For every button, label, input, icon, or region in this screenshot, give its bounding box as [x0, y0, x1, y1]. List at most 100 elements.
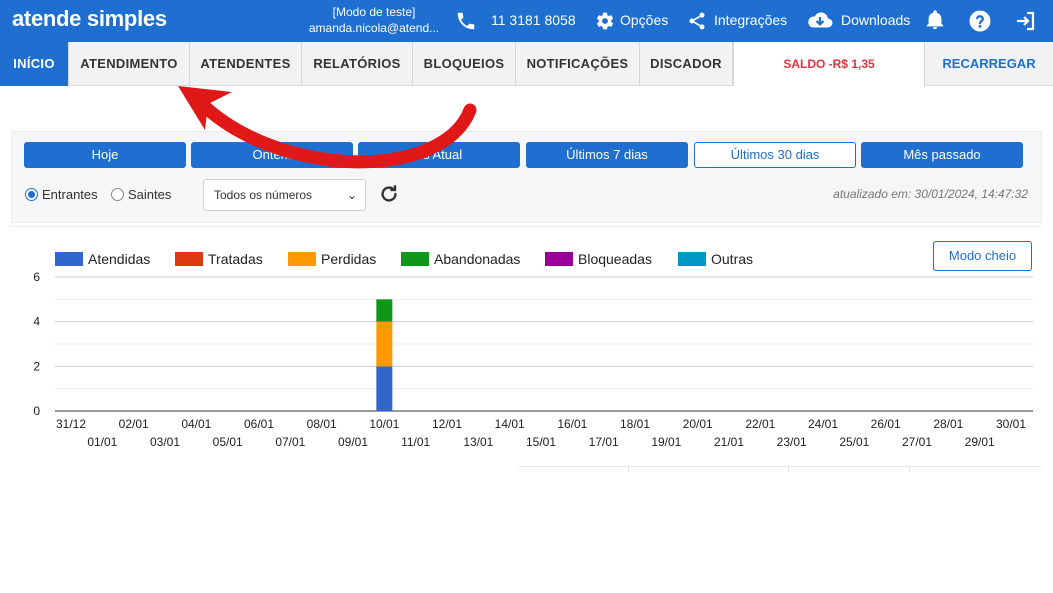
full-mode-button[interactable]: Modo cheio [933, 241, 1032, 271]
table-divider [628, 466, 629, 472]
x-tick-label: 11/01 [401, 435, 430, 449]
x-tick-label: 02/01 [119, 417, 149, 431]
legend-label: Perdidas [321, 251, 376, 267]
range-mes-atual-button[interactable]: es Atual [358, 142, 520, 168]
x-tick-label: 09/01 [338, 435, 368, 449]
balance-label: SALDO -R$ 1,35 [733, 42, 924, 86]
legend-swatch [678, 252, 706, 266]
table-divider [909, 466, 910, 472]
app-root: atende simples [Modo de teste] amanda.ni… [0, 0, 1053, 593]
radio-entrantes-label: Entrantes [42, 186, 98, 202]
x-tick-label: 07/01 [275, 435, 305, 449]
legend-swatch [175, 252, 203, 266]
recharge-button[interactable]: RECARREGAR [924, 42, 1053, 86]
x-tick-label: 18/01 [620, 417, 650, 431]
legend-swatch [288, 252, 316, 266]
y-tick-label: 2 [33, 359, 40, 373]
legend-label: Outras [711, 251, 753, 267]
account-info[interactable]: [Modo de teste] amanda.nicola@atend... [300, 4, 448, 36]
x-tick-label: 23/01 [777, 435, 807, 449]
legend-label: Bloqueadas [578, 251, 652, 267]
range-7-dias-button[interactable]: Últimos 7 dias [526, 142, 688, 168]
y-tick-label: 0 [33, 404, 40, 418]
radio-entrantes[interactable]: Entrantes [25, 186, 98, 202]
x-tick-label: 14/01 [495, 417, 525, 431]
range-hoje-button[interactable]: Hoje [24, 142, 186, 168]
bar-segment-atendidas [376, 366, 393, 411]
radio-saintes-dot[interactable] [111, 187, 124, 201]
updated-timestamp: atualizado em: 30/01/2024, 14:47:32 [833, 187, 1028, 201]
nav-atendentes[interactable]: ATENDENTES [190, 42, 302, 86]
table-divider [788, 466, 789, 472]
test-mode-label: [Modo de teste] [332, 5, 416, 19]
x-tick-label: 05/01 [213, 435, 243, 449]
account-email: amanda.nicola@atend... [308, 21, 440, 35]
x-tick-label: 21/01 [714, 435, 744, 449]
x-tick-label: 12/01 [432, 417, 462, 431]
bar-segment-perdidas [376, 321, 393, 367]
x-tick-label: 13/01 [463, 435, 493, 449]
table-header-strip [517, 466, 1042, 472]
x-tick-label: 03/01 [150, 435, 180, 449]
x-tick-label: 08/01 [307, 417, 337, 431]
nav-inicio[interactable]: INÍCIO [0, 42, 69, 86]
x-tick-label: 15/01 [526, 435, 556, 449]
x-tick-label: 28/01 [933, 417, 963, 431]
x-tick-label: 29/01 [965, 435, 995, 449]
legend-label: Atendidas [88, 251, 150, 267]
x-tick-label: 31/12 [56, 417, 86, 431]
range-mes-passado-button[interactable]: Mês passado [861, 142, 1023, 168]
number-select-value: Todos os números [214, 188, 313, 202]
x-tick-label: 20/01 [683, 417, 713, 431]
legend-label: Tratadas [208, 251, 263, 267]
x-tick-label: 26/01 [871, 417, 901, 431]
x-tick-label: 10/01 [369, 417, 399, 431]
x-tick-label: 17/01 [589, 435, 619, 449]
x-tick-label: 19/01 [651, 435, 681, 449]
x-tick-label: 25/01 [839, 435, 869, 449]
legend-label: Abandonadas [434, 251, 520, 267]
x-tick-label: 16/01 [557, 417, 587, 431]
range-30-dias-button[interactable]: Últimos 30 dias [694, 142, 856, 168]
refresh-icon[interactable] [378, 183, 400, 205]
number-select[interactable]: Todos os números ⌄ [203, 179, 366, 211]
y-tick-label: 4 [33, 315, 40, 329]
brand-logo[interactable]: atende simples [12, 6, 167, 32]
y-tick-label: 6 [33, 270, 40, 284]
cloud-download-icon[interactable] [806, 9, 834, 33]
calls-stacked-bar-chart: 024631/1201/0102/0103/0104/0105/0106/010… [33, 251, 1033, 449]
x-tick-label: 22/01 [745, 417, 775, 431]
help-icon[interactable] [968, 9, 992, 33]
legend-swatch [55, 252, 83, 266]
phone-number[interactable]: 11 3181 8058 [491, 12, 576, 28]
legend-swatch [545, 252, 573, 266]
radio-entrantes-dot[interactable] [25, 187, 38, 201]
integrations-link[interactable]: Integrações [714, 12, 787, 28]
downloads-link[interactable]: Downloads [841, 12, 910, 28]
nav-relatorios[interactable]: RELATÓRIOS [302, 42, 413, 86]
x-tick-label: 24/01 [808, 417, 838, 431]
logout-icon[interactable] [1014, 9, 1038, 33]
options-link[interactable]: Opções [620, 12, 668, 28]
main-nav: INÍCIO ATENDIMENTO ATENDENTES RELATÓRIOS… [0, 42, 1053, 86]
bar-segment-abandonadas [376, 299, 393, 322]
nav-discador[interactable]: DISCADOR [640, 42, 733, 86]
nav-atendimento[interactable]: ATENDIMENTO [69, 42, 190, 86]
range-ontem-button[interactable]: Ontem [191, 142, 353, 168]
nav-notificacoes[interactable]: NOTIFICAÇÕES [516, 42, 640, 86]
x-tick-label: 04/01 [181, 417, 211, 431]
x-tick-label: 01/01 [87, 435, 117, 449]
share-icon[interactable] [687, 11, 707, 31]
radio-saintes-label: Saintes [128, 186, 172, 202]
top-bar: atende simples [Modo de teste] amanda.ni… [0, 0, 1053, 42]
x-tick-label: 06/01 [244, 417, 274, 431]
phone-icon[interactable] [455, 10, 477, 32]
legend-swatch [401, 252, 429, 266]
radio-saintes[interactable]: Saintes [111, 186, 172, 202]
x-tick-label: 30/01 [996, 417, 1026, 431]
nav-bloqueios[interactable]: BLOQUEIOS [413, 42, 516, 86]
chevron-down-icon: ⌄ [346, 188, 357, 202]
gear-icon[interactable] [595, 11, 615, 31]
x-tick-label: 27/01 [902, 435, 932, 449]
bell-icon[interactable] [924, 9, 946, 31]
